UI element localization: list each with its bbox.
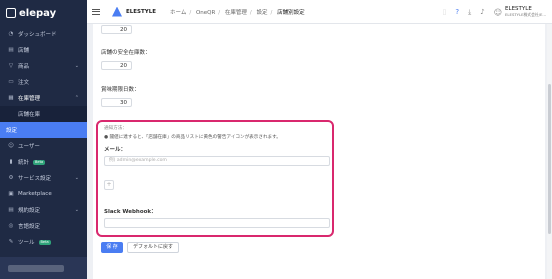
chevron-up-icon: ⌃: [74, 95, 79, 101]
sidebar-item-terms[interactable]: ▤ 規約設定 ⌄: [0, 202, 87, 218]
sidebar-item-orders[interactable]: ▭ 注文: [0, 74, 87, 90]
safety-stock-input[interactable]: 20: [101, 61, 132, 70]
beta-badge: Beta: [33, 159, 46, 165]
sidebar-item-store-inventory[interactable]: 店舗在庫: [0, 106, 87, 122]
marketplace-icon: ▣: [8, 191, 14, 197]
safety-stock-label: 店舗の安全在庫数：: [101, 50, 151, 56]
help-icon[interactable]: ?: [455, 8, 459, 16]
scrollbar-thumb[interactable]: [548, 84, 551, 234]
sidebar-item-settings[interactable]: 設定: [0, 122, 87, 138]
sidebar-nav: ◔ ダッシュボード ▤ 店舗 ▽ 商品 ⌄ ▭ 注文 ▦ 在庫管理 ⌃ 店舗在庫 設定 ☺ ユー…: [0, 26, 87, 250]
breadcrumb-current: 店舗別設定: [277, 9, 305, 16]
tag-icon: ▽: [8, 63, 14, 69]
wrench-icon: ✎: [8, 239, 14, 245]
sidebar-item-label: 言語設定: [18, 224, 41, 230]
breadcrumb-home[interactable]: ホーム: [170, 10, 186, 16]
sidebar-item-label: ユーザー: [18, 144, 40, 150]
globe-icon: ◎: [8, 223, 14, 229]
sidebar-item-label: 商品: [18, 64, 30, 70]
slack-webhook-label: Slack Webhook：: [104, 209, 157, 215]
beta-badge: Beta: [38, 239, 51, 245]
inventory-icon: ▦: [8, 95, 14, 101]
user-icon: ☺: [8, 143, 14, 149]
reset-default-button[interactable]: デフォルトに戻す: [127, 242, 179, 253]
sidebar-item-tools[interactable]: ✎ ツール Beta: [0, 234, 87, 250]
sidebar-item-users[interactable]: ☺ ユーザー: [0, 138, 87, 154]
email-field[interactable]: 例) admin@example.com: [104, 156, 330, 166]
menu-icon[interactable]: [92, 8, 100, 15]
notification-hint: ● 閾値に達すると、「店舗在庫」の商品リストに黄色の警告アイコンが表示されます。: [104, 135, 281, 140]
download-icon[interactable]: ⤓: [468, 8, 471, 17]
topbar: ELESTYLE ホーム / OneQR / 在庫管理 / 設定 / 店舗別設定 ▯ ?…: [87, 0, 552, 24]
sidebar-item-label: ダッシュボード: [18, 32, 57, 38]
sidebar-item-label: 店舗在庫: [18, 112, 41, 118]
sidebar-item-inventory[interactable]: ▦ 在庫管理 ⌃: [0, 90, 87, 106]
sidebar-item-products[interactable]: ▽ 商品 ⌄: [0, 58, 87, 74]
sidebar-item-label: 在庫管理: [18, 96, 41, 102]
breadcrumb-settings[interactable]: 設定: [257, 10, 268, 16]
chevron-down-icon: ⌄: [74, 207, 79, 213]
user-menu[interactable]: ☺ ELESTYLE ELESTYLE株式会社/E...: [494, 6, 546, 18]
sidebar-item-stats[interactable]: ▮ 統計 Beta: [0, 154, 87, 170]
merchant-name: ELESTYLE: [126, 8, 156, 15]
notification-method-label: 通知方法：: [104, 126, 127, 131]
sidebar-item-marketplace[interactable]: ▣ Marketplace: [0, 186, 87, 202]
blurred-account-info: [8, 265, 64, 272]
sidebar-item-store[interactable]: ▤ 店舗: [0, 42, 87, 58]
add-email-button[interactable]: +: [104, 180, 114, 190]
sidebar-item-language[interactable]: ◎ 言語設定: [0, 218, 87, 234]
sidebar-item-label: サービス設定: [18, 176, 52, 182]
breadcrumb-inventory[interactable]: 在庫管理: [225, 10, 247, 16]
slack-webhook-field[interactable]: [104, 218, 330, 228]
elestyle-logo-icon: [112, 6, 122, 17]
gear-icon: ⚙: [8, 175, 14, 181]
email-label: メール：: [104, 147, 127, 153]
expiry-days-label: 賞味期限日数：: [101, 87, 140, 93]
threshold-input[interactable]: 20: [101, 25, 132, 34]
sidebar-item-label: 規約設定: [18, 208, 41, 214]
sidebar-item-service-settings[interactable]: ⚙ サービス設定 ⌄: [0, 170, 87, 186]
dashboard-icon: ◔: [8, 31, 14, 37]
avatar: ☺: [493, 7, 503, 17]
scrollbar[interactable]: [547, 24, 552, 279]
chart-icon: ▮: [9, 159, 13, 165]
chevron-down-icon: ⌄: [74, 63, 79, 69]
breadcrumb-oneqr[interactable]: OneQR: [196, 10, 215, 16]
save-button[interactable]: 保 存: [101, 242, 123, 253]
user-company: ELESTYLE株式会社/E...: [505, 12, 546, 17]
sidebar-item-dashboard[interactable]: ◔ ダッシュボード: [0, 26, 87, 42]
elepay-logo-icon: [6, 8, 16, 18]
brand-logo[interactable]: elepay: [0, 0, 87, 26]
chevron-down-icon: ⌄: [74, 175, 79, 181]
grid-icon[interactable]: ▯: [443, 8, 447, 16]
settings-card: 20 店舗の安全在庫数： 20 賞味期限日数： 30 通知方法： ● 閾値に達す…: [93, 24, 545, 279]
notification-bell-icon[interactable]: ♪: [480, 8, 484, 16]
sidebar: elepay ◔ ダッシュボード ▤ 店舗 ▽ 商品 ⌄ ▭ 注文 ▦ 在庫管理 ⌃ 店舗在庫…: [0, 0, 87, 279]
store-icon: ▤: [8, 47, 14, 53]
sidebar-item-label: 統計: [18, 160, 30, 166]
sidebar-item-label: 設定: [6, 128, 18, 134]
sidebar-item-label: 店舗: [18, 48, 30, 54]
order-icon: ▭: [8, 79, 14, 85]
topbar-actions: ▯ ? ⤓ ♪ ☺ ELESTYLE ELESTYLE株式会社/E...: [443, 0, 546, 24]
sidebar-item-label: Marketplace: [18, 191, 52, 197]
sidebar-footer: [0, 257, 87, 279]
document-icon: ▤: [8, 207, 14, 213]
brand-name: elepay: [19, 7, 57, 19]
sidebar-item-label: ツール: [18, 240, 35, 246]
expiry-days-input[interactable]: 30: [101, 98, 132, 107]
notification-settings-box: 通知方法： ● 閾値に達すると、「店舗在庫」の商品リストに黄色の警告アイコンが表…: [96, 120, 334, 237]
sidebar-item-label: 注文: [18, 80, 30, 86]
breadcrumb: ホーム / OneQR / 在庫管理 / 設定 / 店舗別設定: [169, 9, 305, 16]
